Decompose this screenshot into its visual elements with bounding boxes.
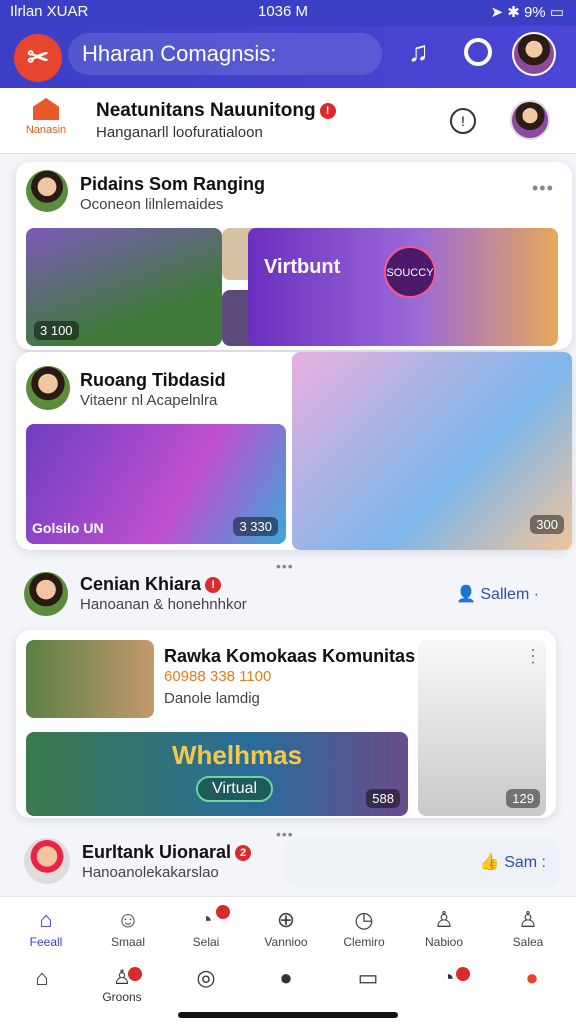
media-count-side: 129	[506, 789, 540, 808]
more-options-icon[interactable]: •••	[532, 178, 554, 199]
page-header: Nanasin Neatunitans Nauunitong! Hanganar…	[0, 88, 576, 154]
profile-avatar[interactable]	[512, 32, 556, 76]
post-media-left[interactable]: Golsilo UN 3 330	[26, 424, 286, 544]
thumbs-up-icon: 👍	[479, 854, 505, 871]
post-author[interactable]: Eurltank Uionaral 2	[82, 842, 252, 863]
post-row-3[interactable]: Cenian Khiara! Hanoanan & honehnhkor 👤 S…	[0, 566, 576, 622]
author-avatar[interactable]	[26, 366, 70, 410]
notification-badge: 2	[235, 845, 252, 861]
post-media-right[interactable]: 300	[292, 352, 572, 550]
page-title: Neatunitans Nauunitong!	[96, 100, 336, 122]
tab-nabioo[interactable]: ♙ Nabioo	[412, 905, 476, 949]
post-meta: 60988 338 1100	[164, 668, 272, 685]
post-subtitle: Hanoanan & honehnhkor	[80, 596, 247, 613]
post-media-main[interactable]: 3 100	[26, 228, 222, 346]
post-author[interactable]: Pidains Som Ranging	[80, 174, 265, 195]
post-author[interactable]: Rawka Komokaas Komunitas	[164, 646, 415, 667]
more-options-icon[interactable]: ⋮	[524, 646, 543, 667]
round-badge: SOUCCY	[384, 246, 436, 298]
virtual-tag[interactable]: Virtual	[196, 776, 274, 802]
app-logo-icon[interactable]: ✂	[14, 34, 62, 82]
groups-badge	[128, 967, 142, 981]
search-bar[interactable]: Hharan Comagnsis:	[68, 33, 382, 75]
home-icon: ⌂	[39, 907, 53, 932]
profile-icon: ♙	[518, 907, 538, 932]
post-thumb-group[interactable]	[26, 640, 154, 718]
post-media-banner[interactable]: Virtbunt SOUCCY	[248, 228, 558, 346]
header-avatar[interactable]	[510, 100, 550, 140]
compass-badge	[456, 967, 470, 981]
media-count: 588	[366, 789, 400, 808]
post-subtitle: Danole lamdig	[164, 690, 260, 707]
mention-icon[interactable]: ◎	[184, 965, 228, 991]
clock-icon[interactable]: !	[450, 108, 476, 134]
post-card-4[interactable]: Rawka Komokaas Komunitas 60988 338 1100 …	[16, 630, 556, 818]
post-author[interactable]: Ruoang Tibdasid	[80, 370, 226, 391]
author-avatar[interactable]	[24, 572, 68, 616]
banner-title: Whelhmas	[172, 740, 303, 770]
media-count: 3 330	[233, 517, 278, 536]
tab-clemiro[interactable]: ◷ Clemiro	[332, 905, 396, 949]
calendar-icon[interactable]: ▭	[346, 965, 390, 991]
tab-vannioo[interactable]: ⊕ Vannioo	[254, 905, 318, 949]
tab-salea[interactable]: ♙ Salea	[496, 905, 560, 949]
author-avatar[interactable]	[24, 838, 70, 884]
media-count-right: 300	[530, 515, 564, 534]
info-icon[interactable]: ●	[264, 965, 308, 991]
post-subtitle: Vitaenr nl Acapelnlra	[80, 392, 218, 409]
home-indicator	[178, 1012, 398, 1018]
post-row-5[interactable]: Eurltank Uionaral 2 Hanoanolekakarslao 👍 …	[0, 834, 576, 890]
notification-badge: !	[205, 577, 222, 593]
media-count: 3 100	[34, 321, 79, 340]
clock-label: 1036 M	[258, 3, 309, 20]
search-icon[interactable]	[464, 38, 492, 66]
post-subtitle: Hanoanolekakarslao	[82, 864, 219, 881]
battery-label: ➤ ✱ 9% ▭	[490, 4, 564, 21]
post-author[interactable]: Cenian Khiara!	[80, 574, 222, 595]
banner-text: Virtbunt	[264, 256, 341, 278]
media-caption: Golsilo UN	[32, 520, 104, 536]
house-icon	[33, 98, 59, 120]
multicolor-dots-icon[interactable]: ●	[510, 965, 554, 991]
follow-button[interactable]: 👤 Sallem ·	[456, 584, 539, 604]
reaction-pill[interactable]: 👍 Sam :	[284, 838, 560, 888]
page-subtitle: Hanganarll loofuratialoon	[96, 124, 263, 141]
timer-icon: ◷	[354, 907, 374, 932]
tab-badge	[216, 905, 230, 919]
home-icon[interactable]: ⌂	[20, 965, 64, 991]
notification-badge: !	[319, 103, 336, 119]
carrier-label: Ilrlan XUAR	[10, 3, 89, 20]
smiley-icon: ☺	[116, 907, 140, 932]
tab-feed[interactable]: ⌂ Feeall	[14, 905, 78, 949]
post-media-banner[interactable]: Whelhmas Virtual 588	[26, 732, 408, 816]
music-note-icon[interactable]: ♫	[408, 36, 429, 68]
status-bar: Ilrlan XUAR 1036 M ➤ ✱ 9% ▭	[0, 0, 576, 26]
person-icon: 👤	[456, 586, 481, 603]
author-avatar[interactable]	[26, 170, 68, 212]
post-card-2[interactable]: Ruoang Tibdasid Vitaenr nl Acapelnlra Go…	[16, 352, 572, 550]
community-logo: Nanasin	[20, 98, 72, 144]
person-icon: ♙	[434, 907, 454, 932]
tab-smaal[interactable]: ☺ Smaal	[96, 905, 160, 949]
app-bar: ✂ Hharan Comagnsis: ♫	[0, 26, 576, 88]
bottom-navigation: ⌂ Feeall ☺ Smaal ◔ Selai ⊕ Vannioo ◷ Clemiro …	[0, 896, 576, 1024]
game-icon: ⊕	[276, 907, 296, 932]
post-card-1[interactable]: Pidains Som Ranging Oconeon lilnlemaides…	[16, 162, 572, 350]
post-subtitle: Oconeon lilnlemaides	[80, 196, 224, 213]
